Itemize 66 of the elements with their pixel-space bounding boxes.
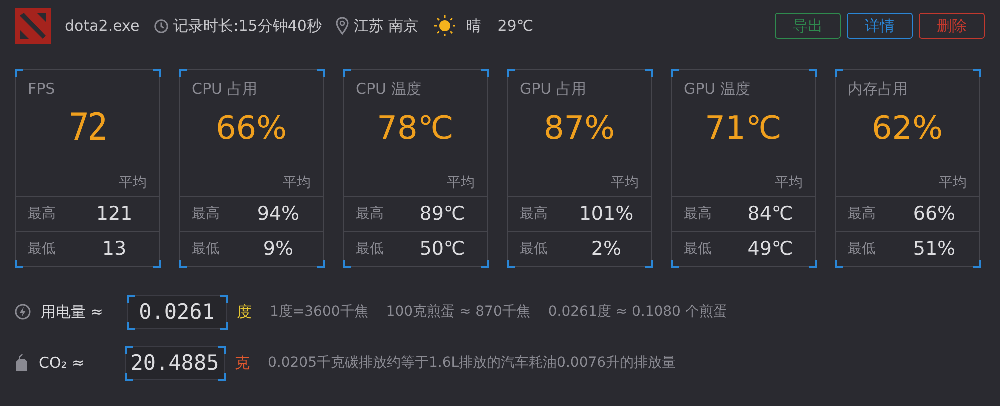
- app-logo: [15, 8, 51, 44]
- min-value: 51%: [912, 238, 957, 260]
- max-label: 最高: [520, 205, 549, 223]
- max-value: 121: [95, 203, 134, 225]
- location-pin-icon: [336, 17, 349, 35]
- max-label: 最高: [356, 205, 385, 223]
- metric-title: GPU 占用: [520, 80, 588, 99]
- min-value: 49℃: [746, 238, 794, 260]
- record-duration: 记录时长:15分钟40秒: [174, 16, 322, 36]
- unit-label: 度: [237, 302, 252, 322]
- min-value: 2%: [590, 238, 623, 260]
- lightning-icon: [15, 304, 31, 320]
- stat-note: 0.0261度 ≈ 0.1080 个煎蛋: [548, 303, 728, 321]
- metric-title: GPU 温度: [684, 80, 752, 99]
- min-value: 50℃: [418, 238, 466, 260]
- stat-label: CO₂ ≈: [39, 354, 86, 372]
- average-label: 平均: [119, 174, 147, 192]
- max-label: 最高: [848, 205, 877, 223]
- min-value: 13: [101, 238, 128, 260]
- sun-icon: [432, 14, 457, 38]
- min-label: 最低: [684, 240, 713, 258]
- weather: 晴: [466, 16, 482, 36]
- average-value: 72: [68, 106, 107, 150]
- max-label: 最高: [684, 205, 713, 223]
- max-value: 89℃: [418, 203, 466, 225]
- min-label: 最低: [848, 240, 877, 258]
- stat-label: 用电量 ≈: [41, 302, 104, 322]
- min-label: 最低: [192, 240, 221, 258]
- clock-icon: [154, 18, 169, 34]
- min-label: 最低: [520, 240, 549, 258]
- average-label: 平均: [939, 174, 967, 192]
- max-label: 最高: [192, 205, 221, 223]
- max-value: 84℃: [746, 203, 794, 225]
- unit-label: 克: [235, 354, 250, 372]
- digital-readout: 0.0261: [127, 295, 227, 329]
- min-label: 最低: [356, 240, 385, 258]
- metric-title: CPU 温度: [356, 80, 422, 99]
- metric-title: 内存占用: [848, 80, 909, 99]
- app-name: dota2.exe: [65, 17, 140, 35]
- max-value: 101%: [578, 203, 635, 225]
- average-label: 平均: [283, 174, 311, 192]
- min-value: 9%: [262, 238, 295, 260]
- metric-title: CPU 占用: [192, 80, 258, 99]
- stat-note: 1度=3600千焦: [270, 303, 368, 321]
- average-value: 87%: [542, 109, 616, 147]
- average-label: 平均: [775, 174, 803, 192]
- chimney-icon: [15, 354, 29, 372]
- action-button[interactable]: 删除: [919, 13, 985, 39]
- min-label: 最低: [28, 240, 57, 258]
- action-button[interactable]: 详情: [847, 13, 913, 39]
- average-value: 66%: [214, 109, 288, 147]
- average-value: 71℃: [704, 109, 783, 147]
- metric-title: FPS: [28, 80, 56, 98]
- location: 江苏 南京: [354, 16, 419, 36]
- stat-note: 100克煎蛋 ≈ 870千焦: [386, 303, 530, 321]
- max-value: 94%: [256, 203, 301, 225]
- average-value: 62%: [870, 109, 944, 147]
- max-value: 66%: [912, 203, 957, 225]
- average-label: 平均: [611, 174, 639, 192]
- average-value: 78℃: [376, 109, 455, 147]
- temperature: 29℃: [498, 17, 534, 35]
- max-label: 最高: [28, 205, 57, 223]
- stat-note: 0.0205千克碳排放约等于1.6L排放的汽车耗油0.0076升的排放量: [268, 354, 676, 372]
- digital-readout: 20.4885: [125, 346, 225, 380]
- action-button[interactable]: 导出: [775, 13, 841, 39]
- average-label: 平均: [447, 174, 475, 192]
